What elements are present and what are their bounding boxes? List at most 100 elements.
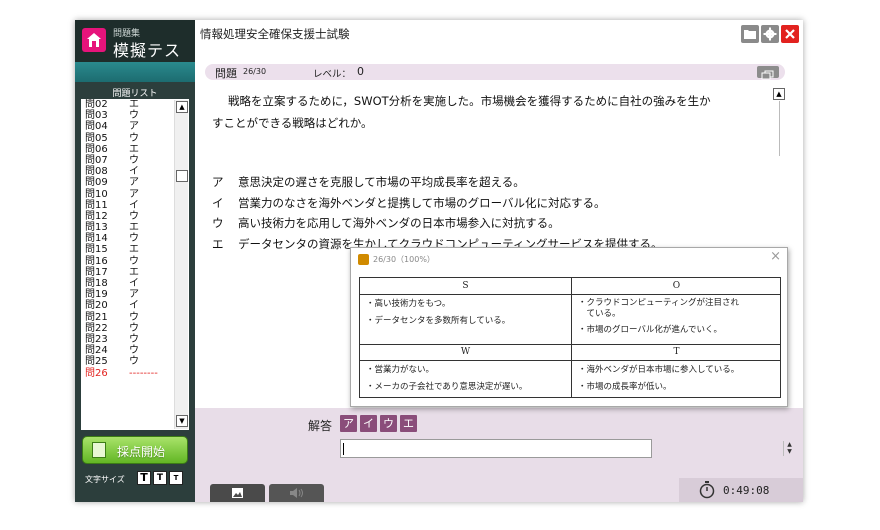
question-list-item[interactable]: 問19 ア: [85, 289, 171, 300]
question-list-item[interactable]: 問08 イ: [85, 166, 171, 177]
question-text-line-2: すことができる戦略はどれか。: [212, 116, 373, 130]
choice-key: イ: [212, 195, 224, 210]
folder-icon[interactable]: [741, 25, 759, 43]
choice-key: ア: [212, 175, 224, 189]
image-viewer-icon: [358, 254, 369, 265]
level-label: レベル：: [313, 69, 352, 80]
question-list-item[interactable]: 問11 イ: [85, 200, 171, 211]
question-list-item[interactable]: 問04 ア: [85, 121, 171, 132]
question-list-item[interactable]: 問12 ウ: [85, 211, 171, 222]
swot-t-item: ・市場の成長率が低い。: [578, 382, 672, 392]
question-text: 戦略を立案するために，SWOT分析を実施した。市場機会を獲得するために自社の強み…: [212, 90, 772, 134]
choice-key: ウ: [212, 216, 224, 230]
question-answer: ア: [129, 121, 139, 133]
question-answer: ウ: [129, 356, 139, 368]
question-answer: エ: [129, 266, 139, 278]
answer-option-button[interactable]: エ: [400, 415, 417, 432]
swot-divider-w-header: [360, 360, 780, 361]
answer-option-button[interactable]: ア: [340, 415, 357, 432]
question-list-item[interactable]: 問03 ウ: [85, 110, 171, 121]
start-grading-button[interactable]: 採点開始: [82, 436, 188, 464]
audio-tab[interactable]: [269, 484, 324, 502]
content-scroll-up-arrow-icon[interactable]: ▲: [773, 88, 785, 100]
swot-cell-o: ・クラウドコンピューティングが注目され ている。 ・市場のグローバル化が進んでい…: [578, 298, 739, 336]
question-list-panel: 問題リスト 問02 エ問03 ウ問04 ア問05 ウ問06 エ問07 ウ問08 イ問09 ア問1…: [81, 82, 189, 432]
sidebar: 問題集 模擬テスト 問題リスト 問02エ問03ウ問04ア問05ウ問06エ問07ウ…: [75, 20, 195, 502]
question-number: 問26: [85, 367, 108, 379]
question-number: 問15: [85, 244, 108, 256]
question-list-item[interactable]: 問21 ウ: [85, 312, 171, 323]
question-number: 問14: [85, 233, 108, 245]
swot-divider-vertical: [571, 278, 572, 397]
question-list-item[interactable]: 問18 イ: [85, 278, 171, 289]
font-size-large-button[interactable]: T: [137, 471, 151, 485]
image-tab[interactable]: [210, 484, 265, 502]
question-list-item[interactable]: 問07 ウ: [85, 155, 171, 166]
question-answer: ウ: [129, 154, 139, 166]
question-list-item[interactable]: 問10 ア: [85, 189, 171, 200]
stopwatch-icon: [699, 481, 715, 499]
question-number: 問17: [85, 266, 108, 278]
timer: 0:49:08: [679, 478, 803, 502]
answer-option-button[interactable]: ウ: [380, 415, 397, 432]
level-value: 0: [357, 65, 364, 78]
swot-s-item: ・データセンタを多数所有している。: [366, 316, 511, 326]
question-list-item[interactable]: 問20 イ: [85, 300, 171, 311]
question-list-item[interactable]: 問05 ウ: [85, 133, 171, 144]
swot-w-item: ・メーカの子会社であり意思決定が遅い。: [366, 382, 528, 392]
content-scrollbar[interactable]: ▲: [771, 88, 787, 156]
question-number: 問11: [85, 199, 108, 211]
question-answer: ウ: [129, 311, 139, 323]
question-answer: ア: [129, 177, 139, 189]
answer-label: 解答: [308, 419, 333, 433]
question-list-item[interactable]: 問14 ウ: [85, 233, 171, 244]
choice-item: ア意思決定の遅さを克服して市場の平均成長率を超える。: [212, 172, 772, 193]
question-list-item[interactable]: 問17 エ: [85, 267, 171, 278]
scroll-up-arrow-icon[interactable]: ▲: [176, 101, 188, 113]
answer-spinner[interactable]: ▲ ▼: [783, 441, 795, 456]
font-size-label: 文字サイズ: [85, 475, 125, 484]
question-list-scrollbar[interactable]: ▲ ▼: [174, 100, 188, 429]
question-list-item[interactable]: 問23 ウ: [85, 334, 171, 345]
question-list-item[interactable]: 問15 エ: [85, 244, 171, 255]
question-list[interactable]: 問02 エ問03 ウ問04 ア問05 ウ問06 エ問07 ウ問08 イ問09 ア問10 ア問11 イ…: [81, 99, 189, 430]
answer-option-button[interactable]: イ: [360, 415, 377, 432]
question-number: 問23: [85, 333, 108, 345]
question-list-item[interactable]: 問13 エ: [85, 222, 171, 233]
question-list-item[interactable]: 問06 エ: [85, 144, 171, 155]
scroll-thumb[interactable]: [176, 170, 188, 182]
swot-divider-s-header: [360, 294, 780, 295]
question-answer: エ: [129, 99, 139, 110]
choice-text: 営業力のなさを海外ベンダと提携して市場のグローバル化に対応する。: [238, 195, 606, 210]
home-icon[interactable]: [82, 28, 106, 52]
choice-item: イ営業力のなさを海外ベンダと提携して市場のグローバル化に対応する。: [212, 193, 772, 214]
question-number: 問12: [85, 210, 108, 222]
font-size-small-button[interactable]: T: [169, 471, 183, 485]
question-list-item[interactable]: 問09 ア: [85, 177, 171, 188]
question-list-item[interactable]: 問02 エ: [85, 99, 171, 110]
question-answer: ウ: [129, 345, 139, 357]
scroll-down-arrow-icon[interactable]: ▼: [176, 415, 188, 427]
question-list-title: 問題リスト: [112, 89, 158, 99]
question-list-item[interactable]: 問16 ウ: [85, 256, 171, 267]
swot-cell-w: ・営業力がない。 ・メーカの子会社であり意思決定が遅い。: [366, 365, 527, 393]
swot-divider-middle: [360, 344, 780, 345]
question-answer: ウ: [129, 255, 139, 267]
close-icon[interactable]: [781, 25, 799, 43]
image-icon: [232, 488, 243, 498]
question-list-item[interactable]: 問26 --------: [85, 368, 171, 379]
choice-text: 高い技術力を応用して海外ベンダの日本市場参入に対抗する。: [238, 216, 560, 230]
choice-text: 意思決定の遅さを克服して市場の平均成長率を超える。: [238, 175, 525, 189]
question-list-item[interactable]: 問24 ウ: [85, 345, 171, 356]
question-list-item[interactable]: 問22 ウ: [85, 323, 171, 334]
question-list-item[interactable]: 問25 ウ: [85, 356, 171, 367]
font-size-medium-button[interactable]: T: [153, 471, 167, 485]
answer-input[interactable]: ▲ ▼: [340, 439, 792, 458]
window-toggle-icon[interactable]: [757, 66, 779, 80]
gear-icon[interactable]: [761, 25, 779, 43]
grading-sheet-icon: [92, 442, 106, 458]
popup-close-icon[interactable]: ×: [770, 249, 781, 264]
swot-head-o: O: [672, 281, 681, 291]
question-answer: ウ: [129, 233, 139, 245]
swot-o-item: ・市場のグローバル化が進んでいく。: [578, 325, 722, 335]
